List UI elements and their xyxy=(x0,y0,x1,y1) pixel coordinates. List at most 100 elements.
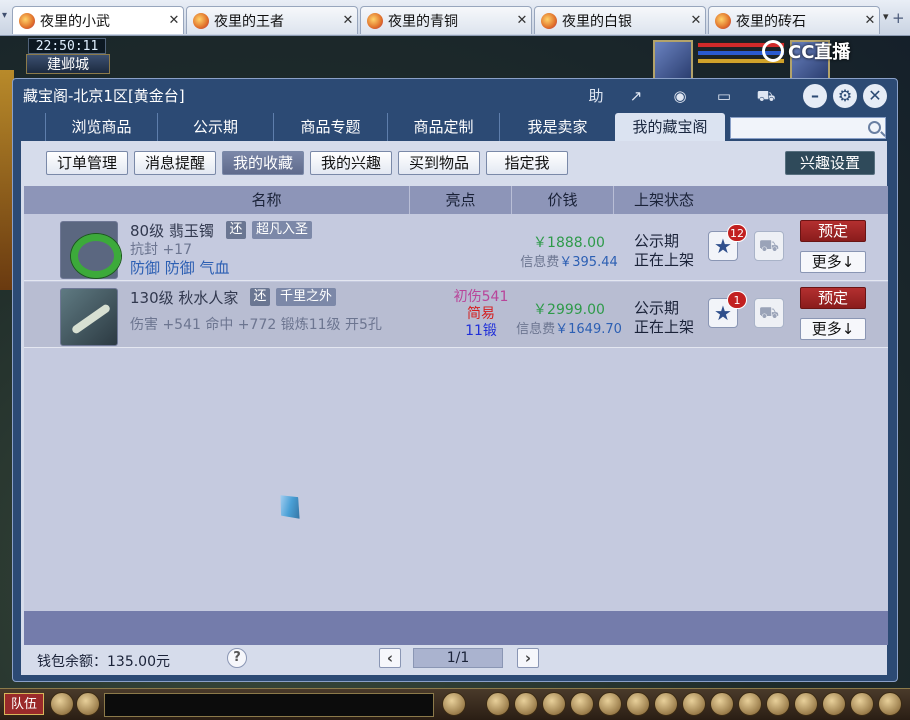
column-name: 名称 xyxy=(124,186,410,214)
subtab-orders[interactable]: 订单管理 xyxy=(46,151,128,175)
chat-icon[interactable]: ▭ xyxy=(713,85,735,107)
window-title: 藏宝阁-北京1区[黄金台] xyxy=(23,87,185,105)
player-portrait[interactable] xyxy=(653,40,693,80)
fee-value: ￥1649.70 xyxy=(555,322,622,337)
game-bottom-bar: 队伍 xyxy=(0,688,910,720)
sword-icon[interactable] xyxy=(60,288,118,346)
browser-tab-3[interactable]: 夜里的青铜 ✕ xyxy=(360,6,532,34)
pet-menu-icon[interactable] xyxy=(626,692,650,716)
game-favicon-icon xyxy=(367,12,383,29)
cc-ring-icon xyxy=(762,40,784,62)
item-name: 80级 翡玉镯 xyxy=(130,222,214,240)
event-icon[interactable] xyxy=(766,692,790,716)
give-icon[interactable] xyxy=(542,692,566,716)
favorite-count-badge: 1 xyxy=(727,291,747,309)
next-page-button[interactable]: › xyxy=(517,648,539,668)
tab-custom[interactable]: 商品定制 xyxy=(387,113,499,141)
item-title-tag: 超凡入圣 xyxy=(252,221,313,239)
reserve-button[interactable]: 预定 xyxy=(800,220,866,242)
tab-close-icon[interactable]: ✕ xyxy=(165,13,183,28)
item-price: ￥2999.00 xyxy=(533,302,605,318)
friends-icon[interactable] xyxy=(738,692,762,716)
system-icon[interactable] xyxy=(850,692,874,716)
browser-tab-2[interactable]: 夜里的王者 ✕ xyxy=(186,6,358,34)
trade-icon[interactable] xyxy=(570,692,594,716)
cart-icon[interactable]: ⛟ xyxy=(755,85,777,107)
interest-settings-button[interactable]: 兴趣设置 xyxy=(785,151,875,175)
subtab-purchased[interactable]: 买到物品 xyxy=(398,151,480,175)
status-period: 公示期 xyxy=(634,299,680,317)
tab-publicity[interactable]: 公示期 xyxy=(157,113,273,141)
browser-tab-1[interactable]: 夜里的小武 ✕ xyxy=(12,6,184,34)
tab-seller[interactable]: 我是卖家 xyxy=(499,113,615,141)
tab-title: 夜里的王者 xyxy=(214,13,284,30)
subtab-assigned[interactable]: 指定我 xyxy=(486,151,568,175)
emote-icon[interactable] xyxy=(76,692,100,716)
reserve-button[interactable]: 预定 xyxy=(800,287,866,309)
help-icon[interactable]: ? xyxy=(227,648,247,668)
help-button[interactable]: 助 xyxy=(585,85,607,107)
search-icon[interactable] xyxy=(868,121,881,134)
pet-icon[interactable] xyxy=(442,692,466,716)
attack-icon[interactable] xyxy=(486,692,510,716)
record-icon[interactable]: ◉ xyxy=(669,85,691,107)
treasure-window: 藏宝阁-北京1区[黄金台] 助 ↗ ◉ ▭ ⛟ – ⚙ ✕ 浏览商品 公示期 商… xyxy=(12,78,898,682)
tab-close-icon[interactable]: ✕ xyxy=(687,13,705,28)
guild-icon[interactable] xyxy=(682,692,706,716)
item-fee: 信息费￥1649.70 xyxy=(506,318,632,337)
fee-value: ￥395.44 xyxy=(559,255,618,270)
tab-close-icon[interactable]: ✕ xyxy=(861,13,879,28)
tab-my-pavilion[interactable]: 我的藏宝阁 xyxy=(615,113,725,141)
item-price: ￥1888.00 xyxy=(533,235,605,251)
game-favicon-icon xyxy=(715,12,731,29)
share-icon[interactable]: ↗ xyxy=(625,85,647,107)
tab-close-icon[interactable]: ✕ xyxy=(513,13,531,28)
task-icon[interactable] xyxy=(654,692,678,716)
more-button[interactable]: 更多↓ xyxy=(800,251,866,273)
search-input[interactable] xyxy=(730,117,886,139)
team-icon[interactable] xyxy=(598,692,622,716)
menu-icon[interactable] xyxy=(878,692,902,716)
voice-icon[interactable] xyxy=(50,692,74,716)
jade-bracelet-icon[interactable] xyxy=(60,221,121,279)
subtab-favorites[interactable]: 我的收藏 xyxy=(222,151,304,175)
settings-gear-icon[interactable]: ⚙ xyxy=(833,84,857,108)
status-listing: 正在上架 xyxy=(634,251,695,269)
table-header: 名称 亮点 价钱 上架状态 xyxy=(24,186,888,214)
item-stat-secondary: 防御 防御 气血 xyxy=(130,259,230,277)
skill-icon[interactable] xyxy=(710,692,734,716)
return-tag: 还 xyxy=(226,221,246,239)
minimize-icon[interactable]: – xyxy=(803,84,827,108)
subtab-notifications[interactable]: 消息提醒 xyxy=(134,151,216,175)
subtab-interests[interactable]: 我的兴趣 xyxy=(310,151,392,175)
browser-tab-5[interactable]: 夜里的砖石 ✕ xyxy=(708,6,880,34)
column-highlights: 亮点 xyxy=(410,186,512,214)
game-favicon-icon xyxy=(541,12,557,29)
add-to-cart-button[interactable]: ⛟ xyxy=(754,231,784,261)
add-to-cart-button[interactable]: ⛟ xyxy=(754,298,784,328)
close-icon[interactable]: ✕ xyxy=(863,84,887,108)
team-button[interactable]: 队伍 xyxy=(4,693,44,715)
prev-page-button[interactable]: ‹ xyxy=(379,648,401,668)
wallet-balance: 钱包余额：135.00元 xyxy=(37,654,170,670)
rank-icon[interactable] xyxy=(822,692,846,716)
new-tab-button[interactable]: + xyxy=(892,9,908,27)
stream-logo-text: CC直播 xyxy=(788,42,851,63)
chat-input[interactable] xyxy=(104,693,434,717)
tab-topics[interactable]: 商品专题 xyxy=(273,113,387,141)
stream-logo: CC直播 xyxy=(762,38,886,64)
favorite-count-badge: 12 xyxy=(727,224,747,242)
table-row[interactable]: 130级 秋水人家 还 千里之外 伤害 +541 命中 +772 锻炼11级 开… xyxy=(24,282,888,348)
shop-icon[interactable] xyxy=(794,692,818,716)
tab-list-icon[interactable]: ▾ xyxy=(883,10,889,23)
item-stat: 抗封 +17 xyxy=(130,242,192,258)
return-tag: 还 xyxy=(250,288,270,306)
browser-tab-4[interactable]: 夜里的白银 ✕ xyxy=(534,6,706,34)
tab-scroll-left-icon[interactable]: ▾ xyxy=(2,10,12,26)
table-row[interactable]: 80级 翡玉镯 还 超凡入圣 抗封 +17 防御 防御 气血 ￥1888.00 … xyxy=(24,215,888,281)
more-button[interactable]: 更多↓ xyxy=(800,318,866,340)
column-price: 价钱 xyxy=(512,186,614,214)
tab-close-icon[interactable]: ✕ xyxy=(339,13,357,28)
items-icon[interactable] xyxy=(514,692,538,716)
tab-browse[interactable]: 浏览商品 xyxy=(45,113,157,141)
